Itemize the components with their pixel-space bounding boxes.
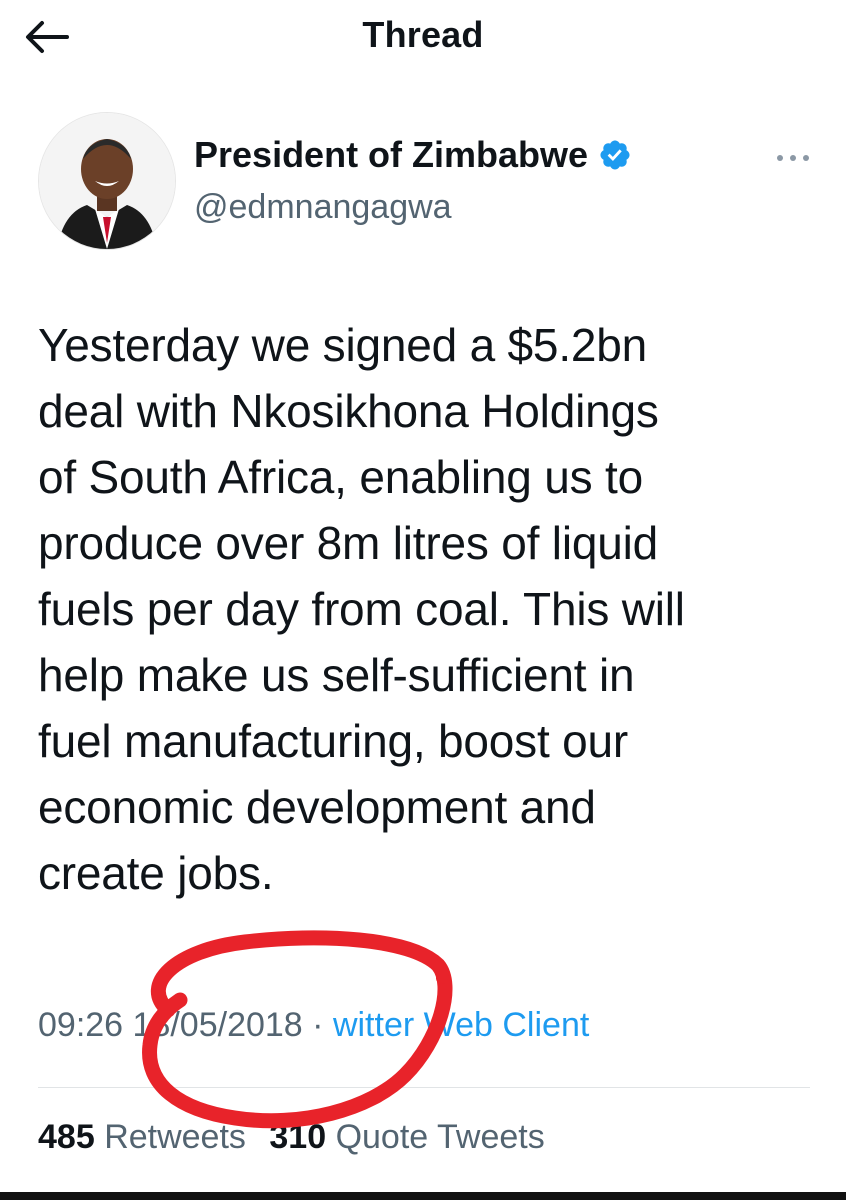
tweet-date[interactable]: 18/05/2018 [133,1006,303,1044]
avatar-portrait [39,113,175,249]
tweet-meta: 09:26 18/05/2018 · witter Web Client [38,1006,828,1045]
meta-separator: · [312,1006,324,1044]
page-title: Thread [362,14,484,55]
tweet-time[interactable]: 09:26 [38,1006,123,1044]
quote-tweets-count: 310 [269,1118,327,1156]
display-name[interactable]: President of Zimbabwe [194,134,632,176]
divider [38,1087,810,1088]
top-bar: Thread [0,0,846,72]
retweets-label: Retweets [104,1118,246,1156]
retweets-count: 485 [38,1118,95,1156]
bottom-edge [0,1192,846,1200]
verified-badge-icon [598,138,632,172]
avatar[interactable] [38,112,176,250]
tweet-author: President of Zimbabwe @edmnangagwa [38,112,818,252]
tweet-stats: 485 Retweets 310 Quote Tweets [38,1118,828,1157]
user-handle[interactable]: @edmnangagwa [194,188,452,227]
quote-tweets-stat[interactable]: 310 Quote Tweets [269,1118,544,1156]
display-name-text: President of Zimbabwe [194,134,589,175]
tweet-client-link[interactable]: witter Web Client [333,1006,589,1044]
more-dots-icon [777,155,809,161]
tweet-text: Yesterday we signed a $5.2bn deal with N… [38,319,685,899]
retweets-stat[interactable]: 485 Retweets [38,1118,246,1156]
more-options-button[interactable] [768,146,818,170]
quote-tweets-label: Quote Tweets [335,1118,545,1156]
